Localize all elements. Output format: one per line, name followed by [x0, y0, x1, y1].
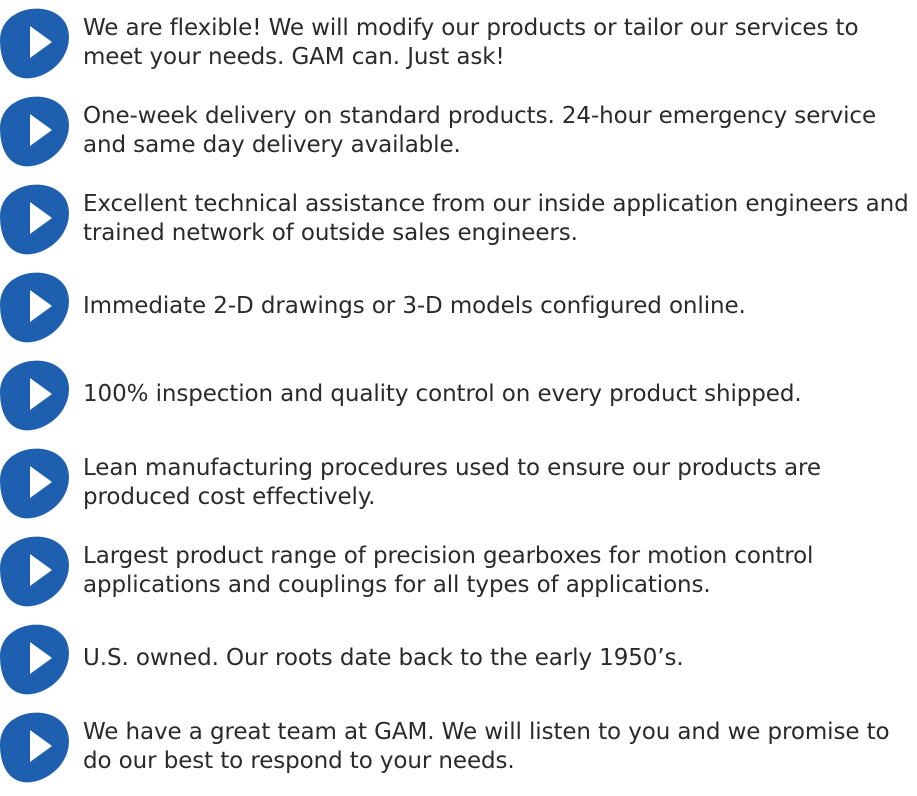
play-triangle-icon: [0, 264, 74, 348]
list-item: Lean manufacturing procedures used to en…: [0, 440, 917, 524]
list-item: We are flexible! We will modify our prod…: [0, 0, 917, 84]
list-item-text: We are flexible! We will modify our prod…: [83, 15, 859, 70]
list-item: 100% inspection and quality control on e…: [0, 352, 917, 436]
play-triangle-icon: [0, 616, 74, 700]
list-item: Largest product range of precision gearb…: [0, 528, 917, 612]
feature-list: We are flexible! We will modify our prod…: [0, 0, 917, 796]
list-item-text: We have a great team at GAM. We will lis…: [83, 719, 890, 774]
list-item: One-week delivery on standard products. …: [0, 88, 917, 172]
list-item: Immediate 2-D drawings or 3-D models con…: [0, 264, 917, 348]
play-triangle-icon: [0, 176, 74, 260]
list-item: We have a great team at GAM. We will lis…: [0, 704, 917, 788]
list-item: Excellent technical assistance from our …: [0, 176, 917, 260]
list-item-text: U.S. owned. Our roots date back to the e…: [83, 645, 684, 671]
list-item-text: Immediate 2-D drawings or 3-D models con…: [83, 293, 746, 319]
play-triangle-icon: [0, 88, 74, 172]
list-item: U.S. owned. Our roots date back to the e…: [0, 616, 917, 700]
play-triangle-icon: [0, 0, 74, 84]
list-item-text: Excellent technical assistance from our …: [83, 191, 909, 246]
play-triangle-icon: [0, 528, 74, 612]
list-item-text: One-week delivery on standard products. …: [83, 103, 876, 158]
list-item-text: Largest product range of precision gearb…: [83, 543, 814, 598]
list-item-text: 100% inspection and quality control on e…: [83, 381, 802, 407]
play-triangle-icon: [0, 704, 74, 788]
list-item-text: Lean manufacturing procedures used to en…: [83, 455, 821, 510]
play-triangle-icon: [0, 440, 74, 524]
play-triangle-icon: [0, 352, 74, 436]
